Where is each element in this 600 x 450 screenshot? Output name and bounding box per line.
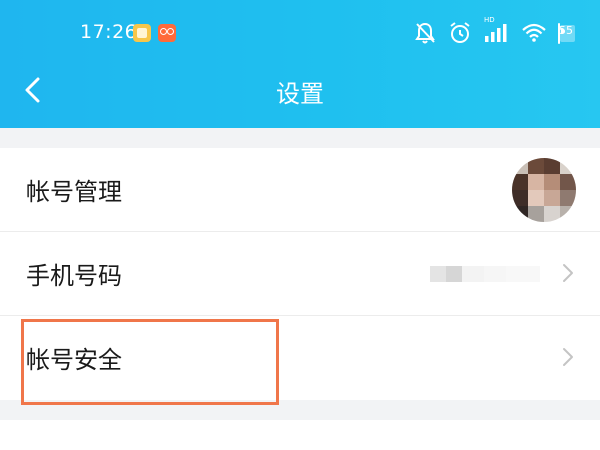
chevron-right-icon: [563, 264, 573, 282]
battery-icon: 55: [558, 22, 575, 44]
settings-item-account-security[interactable]: 帐号安全: [0, 316, 600, 400]
kuaishou-app-icon: [158, 24, 176, 42]
next-settings-group: [0, 420, 600, 450]
settings-item-label: 手机号码: [26, 262, 122, 290]
settings-screen: 17:26 HD 55 设置 帐号管理 手机号码 帐号安全: [0, 0, 600, 450]
chevron-right-icon: [563, 348, 573, 366]
phone-number-value-redacted: [430, 266, 540, 282]
bell-muted-icon: [414, 21, 436, 45]
header: 17:26 HD 55 设置: [0, 0, 600, 128]
network-type-label: HD: [484, 16, 495, 24]
nav-bar: 设置: [0, 64, 600, 116]
notes-app-icon: [133, 24, 151, 42]
settings-item-phone-number[interactable]: 手机号码: [0, 232, 600, 316]
signal-icon: HD: [484, 16, 510, 44]
settings-item-account-management[interactable]: 帐号管理: [0, 148, 600, 232]
settings-item-label: 帐号安全: [26, 346, 122, 374]
status-bar: 17:26 HD 55: [0, 0, 600, 64]
avatar: [512, 158, 576, 222]
wifi-icon: [522, 23, 546, 43]
settings-item-label: 帐号管理: [26, 178, 122, 206]
status-time: 17:26: [80, 21, 138, 43]
settings-list: 帐号管理 手机号码 帐号安全: [0, 148, 600, 400]
alarm-icon: [448, 21, 472, 45]
page-title: 设置: [276, 80, 324, 108]
status-icons: HD 55: [402, 16, 575, 46]
